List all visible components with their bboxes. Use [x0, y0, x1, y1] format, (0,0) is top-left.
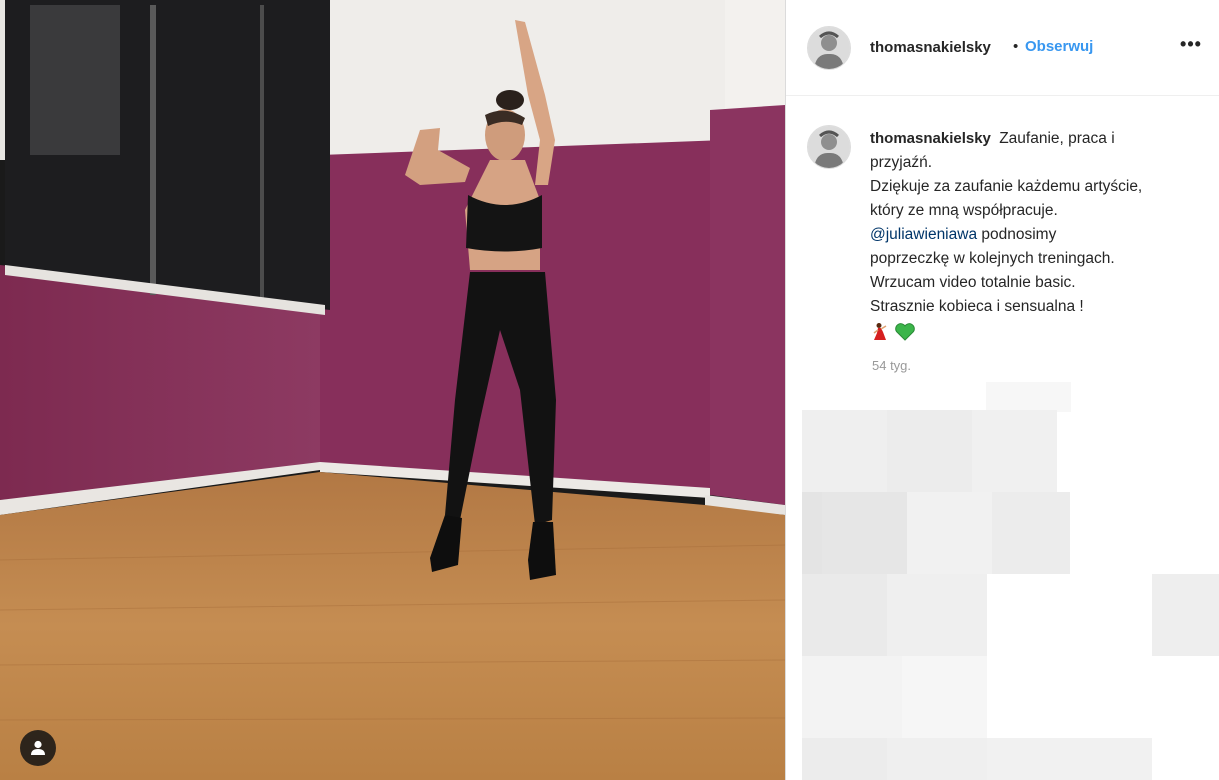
avatar-image — [808, 126, 850, 168]
mention-link[interactable]: @juliawieniawa — [870, 226, 977, 243]
caption-line: Strasznie kobieca i sensualna ! — [870, 298, 1084, 315]
caption-line: który ze mną współpracuje. — [870, 202, 1058, 219]
caption-line: Zaufanie, praca i — [999, 130, 1115, 147]
dancer-emoji — [873, 323, 887, 340]
caption-emojis — [870, 321, 1190, 343]
post-video[interactable] — [0, 0, 785, 780]
caption-line: przyjaźń. — [870, 154, 933, 171]
tag-user-button[interactable] — [20, 730, 56, 766]
caption-line: Wrzucam video totalnie basic. — [870, 274, 1076, 291]
caption-line: poprzeczkę w kolejnych treningach. — [870, 250, 1115, 267]
avatar-image — [808, 27, 850, 69]
user-tag-icon — [31, 740, 45, 755]
post-timestamp[interactable]: 54 tyg. — [872, 358, 911, 373]
video-frame — [0, 0, 785, 780]
post-sidebar: thomasnakielsky • Obserwuj ••• thomasnak… — [786, 0, 1219, 780]
follow-button[interactable]: Obserwuj — [1025, 38, 1093, 55]
more-options-icon[interactable]: ••• — [1176, 34, 1206, 58]
post-header: thomasnakielsky • Obserwuj ••• — [786, 0, 1219, 96]
author-username[interactable]: thomasnakielsky — [870, 39, 991, 56]
caption-author-avatar[interactable] — [807, 125, 851, 169]
separator-dot: • — [1013, 38, 1019, 55]
caption-line: Dziękuje za zaufanie każdemu artyście, — [870, 178, 1143, 195]
green-heart-emoji — [895, 323, 915, 341]
caption-line: podnosimy — [977, 226, 1057, 243]
post-caption: thomasnakielsky Zaufanie, praca i przyja… — [870, 127, 1190, 343]
author-avatar[interactable] — [807, 26, 851, 70]
caption-username[interactable]: thomasnakielsky — [870, 130, 991, 147]
